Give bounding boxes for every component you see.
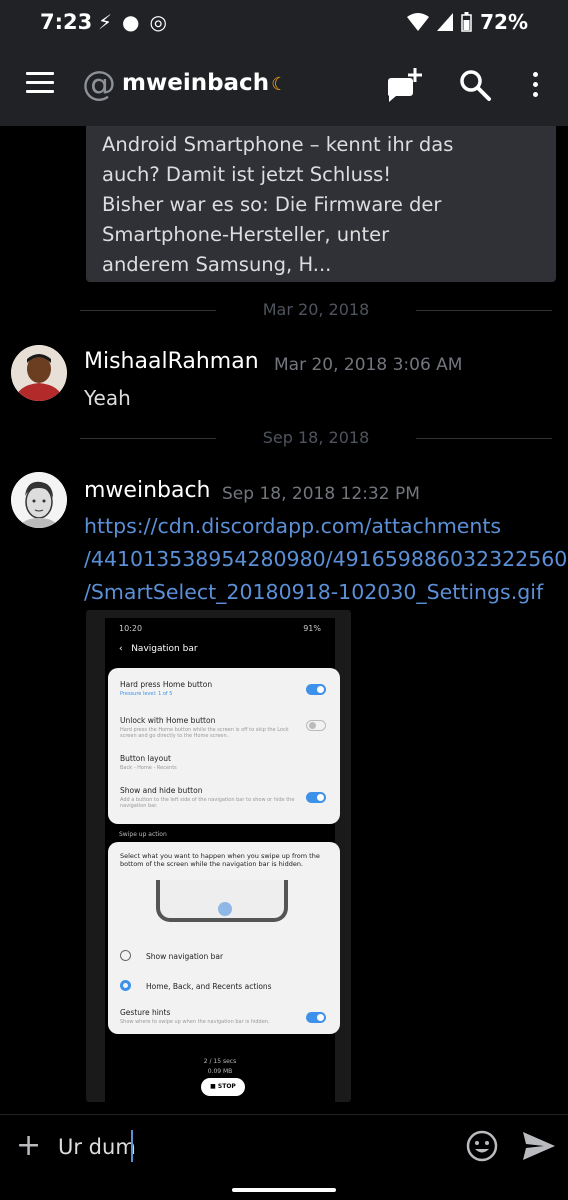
- preview-status-right: 91%: [303, 624, 321, 633]
- message-timestamp: Sep 18, 2018 12:32 PM: [222, 484, 420, 504]
- sync-icon: ◎: [149, 10, 177, 34]
- at-icon: @: [82, 64, 116, 104]
- status-time: 7:23: [40, 10, 93, 34]
- date-divider: Mar 20, 2018: [80, 300, 552, 320]
- channel-title-text: mweinbach: [122, 70, 270, 96]
- preview-screen-title: Navigation bar: [131, 644, 198, 654]
- chat-bubble-icon: ●: [122, 10, 150, 34]
- setting-title: Hard press Home button: [120, 680, 213, 689]
- preview-toggle-on: [306, 1012, 326, 1023]
- setting-sub: Back - Home - Recents: [120, 765, 177, 771]
- date-divider-label: Sep 18, 2018: [262, 428, 370, 447]
- message-timestamp: Mar 20, 2018 3:06 AM: [274, 355, 463, 375]
- preview-size: 0.09 MB: [207, 1068, 233, 1075]
- attachment-link[interactable]: /SmartSelect_20180918-102030_Settings.gi…: [84, 576, 543, 609]
- message-input-bar: +: [0, 1114, 568, 1178]
- preview-stop-button: ■ STOP: [201, 1078, 245, 1096]
- stop-label: STOP: [217, 1083, 236, 1090]
- gesture-home-bar[interactable]: [232, 1188, 336, 1192]
- avatar[interactable]: [11, 345, 67, 401]
- preview-setting-row: Gesture hints Show where to swipe up when…: [120, 1008, 330, 1025]
- option-label: Home, Back, and Recents actions: [146, 982, 272, 991]
- option-label: Show navigation bar: [146, 952, 224, 961]
- setting-title: Button layout: [120, 754, 171, 763]
- embed-line: Smartphone-Hersteller, unter: [102, 223, 390, 246]
- setting-sub: Add a button to the left side of the nav…: [120, 797, 295, 809]
- preview-toggle-on: [306, 684, 326, 695]
- embed-line: Android Smartphone – kennt ihr das: [102, 133, 454, 156]
- preview-phone-illustration: [156, 880, 288, 922]
- flash-icon: ⚡: [98, 10, 123, 34]
- message-text: Yeah: [84, 386, 131, 410]
- date-divider: Sep 18, 2018: [80, 428, 552, 448]
- avatar-image: [11, 472, 67, 528]
- attachment-link[interactable]: /441013538954280980/491659886032322560: [84, 543, 567, 576]
- new-group-dm-icon[interactable]: [384, 66, 424, 106]
- setting-title: Unlock with Home button: [120, 716, 216, 725]
- attachment-screenshot: 10:20 91% ‹ Navigation bar Hard press Ho…: [105, 618, 340, 1102]
- setting-sub: Show where to swipe up when the navigati…: [120, 1019, 270, 1025]
- preview-section-desc: Select what you want to happen when you …: [120, 852, 320, 868]
- signal-icon: [437, 13, 454, 31]
- wifi-icon: [407, 13, 430, 31]
- preview-setting-row: Show and hide button Add a button to the …: [120, 786, 330, 809]
- preview-progress: 2 / 15 secs: [203, 1058, 237, 1065]
- app-bar: @ mweinbach ☾: [0, 48, 568, 126]
- text-cursor: [131, 1130, 133, 1162]
- preview-setting-row: Hard press Home button Pressure level: 1 …: [120, 680, 330, 697]
- status-right: 72%: [407, 10, 528, 34]
- add-attachment-plus-icon[interactable]: +: [16, 1131, 41, 1161]
- avatar[interactable]: [11, 472, 67, 528]
- gif-attachment[interactable]: 10:20 91% ‹ Navigation bar Hard press Ho…: [86, 610, 351, 1102]
- battery-icon: [461, 12, 472, 32]
- link-embed[interactable]: Android Smartphone – kennt ihr das auch?…: [86, 126, 556, 282]
- preview-status-bar: 10:20 91%: [105, 618, 335, 638]
- setting-title: Gesture hints: [120, 1008, 171, 1017]
- message-author[interactable]: mweinbach: [84, 478, 211, 503]
- preview-toggle-on: [306, 792, 326, 803]
- notification-icons: ⚡●◎: [98, 10, 177, 34]
- emoji-icon[interactable]: [466, 1130, 498, 1162]
- overflow-menu-icon[interactable]: [527, 72, 543, 102]
- attachment-link[interactable]: https://cdn.discordapp.com/attachments: [84, 510, 501, 543]
- message-author[interactable]: MishaalRahman: [84, 349, 259, 374]
- setting-sub: Pressure level: 1 of 5: [120, 691, 173, 697]
- avatar-image: [11, 345, 67, 401]
- setting-sub: Hard press the Home button while the scr…: [120, 727, 289, 739]
- preview-toggle-off: [306, 720, 326, 731]
- preview-section-label: Swipe up action: [119, 831, 167, 838]
- preview-setting-row: Unlock with Home button Hard press the Ho…: [120, 716, 330, 739]
- date-divider-label: Mar 20, 2018: [262, 300, 370, 319]
- message-input[interactable]: [58, 1133, 448, 1161]
- status-bar: 7:23 ⚡●◎ 72%: [0, 0, 568, 48]
- preview-title-bar: ‹ Navigation bar: [105, 638, 335, 664]
- channel-title[interactable]: mweinbach ☾: [122, 70, 287, 96]
- back-arrow-icon: ‹: [119, 644, 123, 654]
- preview-swipe-card: Select what you want to happen when you …: [108, 842, 340, 1034]
- send-icon[interactable]: [522, 1131, 556, 1161]
- preview-settings-card: Hard press Home button Pressure level: 1 …: [108, 668, 340, 824]
- battery-percent: 72%: [480, 10, 528, 34]
- embed-line: auch? Damit ist jetzt Schluss!: [102, 163, 392, 186]
- setting-title: Show and hide button: [120, 786, 203, 795]
- embed-line: anderem Samsung, H...: [102, 253, 332, 276]
- preview-status-time: 10:20: [119, 624, 143, 633]
- search-icon[interactable]: [458, 68, 492, 102]
- hamburger-menu-icon[interactable]: [26, 72, 54, 94]
- embed-line: Bisher war es so: Die Firmware der: [102, 193, 442, 216]
- preview-setting-row: Button layout Back - Home - Recents: [120, 754, 330, 771]
- idle-moon-icon: ☾: [271, 74, 288, 95]
